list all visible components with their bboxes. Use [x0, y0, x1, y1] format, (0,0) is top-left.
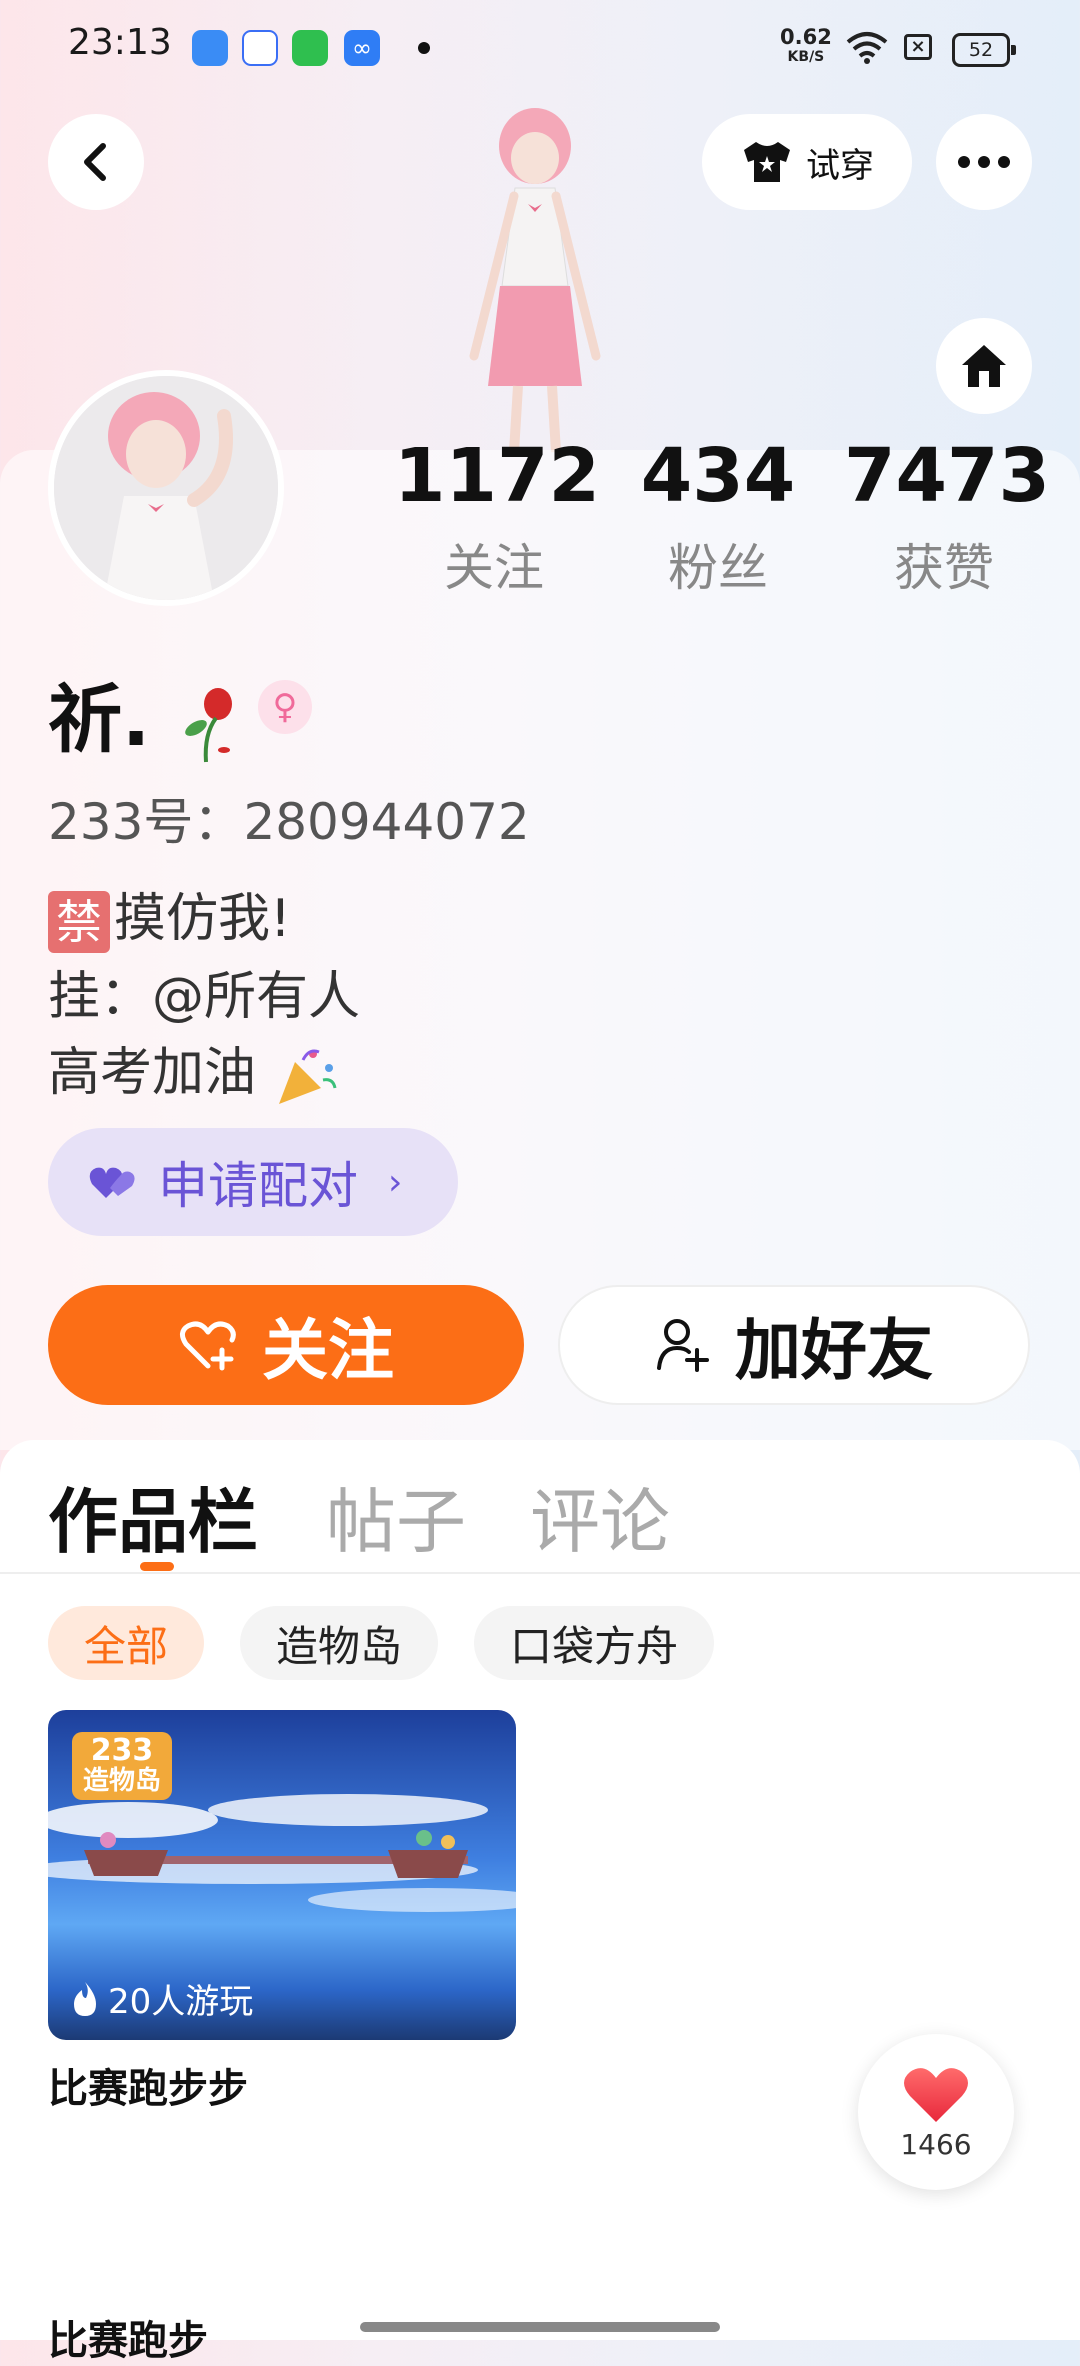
hearts-icon	[89, 1167, 135, 1198]
character-figure	[469, 108, 601, 453]
add-friend-button[interactable]: 加好友	[558, 1285, 1030, 1405]
follow-button[interactable]: 关注	[48, 1285, 524, 1405]
try-on-label: 试穿	[806, 145, 874, 186]
sim-icon: ×	[904, 34, 932, 60]
shirt-icon	[744, 142, 790, 182]
heart-plus-icon	[180, 1321, 236, 1371]
party-popper-icon	[278, 1049, 337, 1104]
tab-comments[interactable]: 评论	[530, 1466, 670, 1567]
bio-line-1-text: 摸仿我!	[114, 889, 291, 949]
tab-indicator	[140, 1562, 174, 1571]
filter-pocket-ark[interactable]: 口袋方舟	[474, 1606, 714, 1680]
like-float-button[interactable]: 1466	[858, 2034, 1014, 2190]
bio-line-2: 挂：@所有人	[48, 967, 361, 1027]
request-pair-label: 申请配对	[158, 1157, 358, 1215]
stat-following-label: 关注	[444, 539, 544, 597]
chevron-right-icon: ›	[388, 1161, 403, 1203]
more-button[interactable]	[936, 114, 1032, 210]
tabs-divider	[0, 1572, 1080, 1574]
stat-following-value: 1172	[394, 433, 600, 519]
net-speed-unit: KB/S	[787, 49, 825, 65]
stat-likes[interactable]: 7473 获赞	[844, 433, 1050, 600]
stat-fans-label: 粉丝	[668, 539, 768, 597]
net-speed: 0.62 KB/S	[780, 27, 832, 67]
profile-name-text: 祈.	[48, 677, 151, 763]
user-id-label: 233号：	[48, 793, 244, 851]
stat-fans-value: 434	[640, 433, 796, 519]
next-work-title[interactable]: 比赛跑步	[48, 2308, 208, 2366]
stat-fans[interactable]: 434 粉丝	[618, 436, 818, 600]
filter-all[interactable]: 全部	[48, 1606, 204, 1680]
work-card-thumbnail[interactable]: 233 造物岛 20人游玩	[48, 1710, 516, 2040]
stat-likes-value: 7473	[844, 433, 1050, 519]
like-count: 1466	[900, 2127, 972, 2161]
try-on-button[interactable]: 试穿	[702, 114, 912, 210]
logo-top-text: 233	[90, 1733, 154, 1768]
user-id-value: 280944072	[243, 793, 530, 851]
player-count-text: 20人游玩	[108, 1982, 254, 2022]
stat-following[interactable]: 1172 关注	[394, 433, 600, 600]
back-arrow-icon	[84, 143, 106, 181]
work-card-title[interactable]: 比赛跑步步	[48, 2056, 248, 2114]
logo-bottom-text: 造物岛	[82, 1766, 161, 1796]
wifi-icon	[846, 32, 888, 64]
avatar[interactable]	[48, 370, 284, 606]
net-speed-value: 0.62	[780, 25, 832, 49]
user-id[interactable]: 233号：280944072	[48, 782, 530, 854]
baidu-icon	[242, 30, 278, 66]
tab-works[interactable]: 作品栏	[48, 1466, 258, 1567]
infinity-app-icon: ∞	[344, 30, 380, 66]
avatar-image	[54, 376, 278, 600]
follow-label: 关注	[262, 1312, 394, 1389]
bio-line-3: 高考加油	[48, 1030, 341, 1108]
blue-app-icon	[192, 30, 228, 66]
notification-dot	[418, 42, 430, 54]
green-app-icon	[292, 30, 328, 66]
battery-indicator: 52	[952, 33, 1016, 67]
creation-island-logo: 233 造物岛	[72, 1732, 172, 1800]
back-button[interactable]	[48, 114, 144, 210]
profile-name: 祈.	[48, 660, 240, 767]
heart-icon	[904, 2067, 968, 2122]
add-user-icon	[657, 1319, 709, 1372]
add-friend-label: 加好友	[735, 1312, 933, 1389]
home-icon	[962, 345, 1006, 387]
rose-icon	[185, 688, 232, 763]
stat-likes-label: 获赞	[894, 539, 994, 597]
female-gender-icon: ♀	[258, 680, 312, 734]
status-time: 23:13	[68, 22, 172, 63]
flame-icon	[74, 1981, 96, 2016]
bio-line-3-text: 高考加油	[48, 1043, 257, 1103]
more-icon	[958, 156, 1010, 168]
tab-posts[interactable]: 帖子	[326, 1466, 466, 1567]
home-button[interactable]	[936, 318, 1032, 414]
player-count: 20人游玩	[70, 1974, 253, 2023]
home-indicator[interactable]	[360, 2322, 720, 2332]
bio-line-1: 禁摸仿我!	[48, 876, 291, 953]
ban-tag: 禁	[48, 891, 110, 953]
filter-creation-island[interactable]: 造物岛	[240, 1606, 438, 1680]
request-pair-button[interactable]: 申请配对 ›	[48, 1128, 458, 1236]
